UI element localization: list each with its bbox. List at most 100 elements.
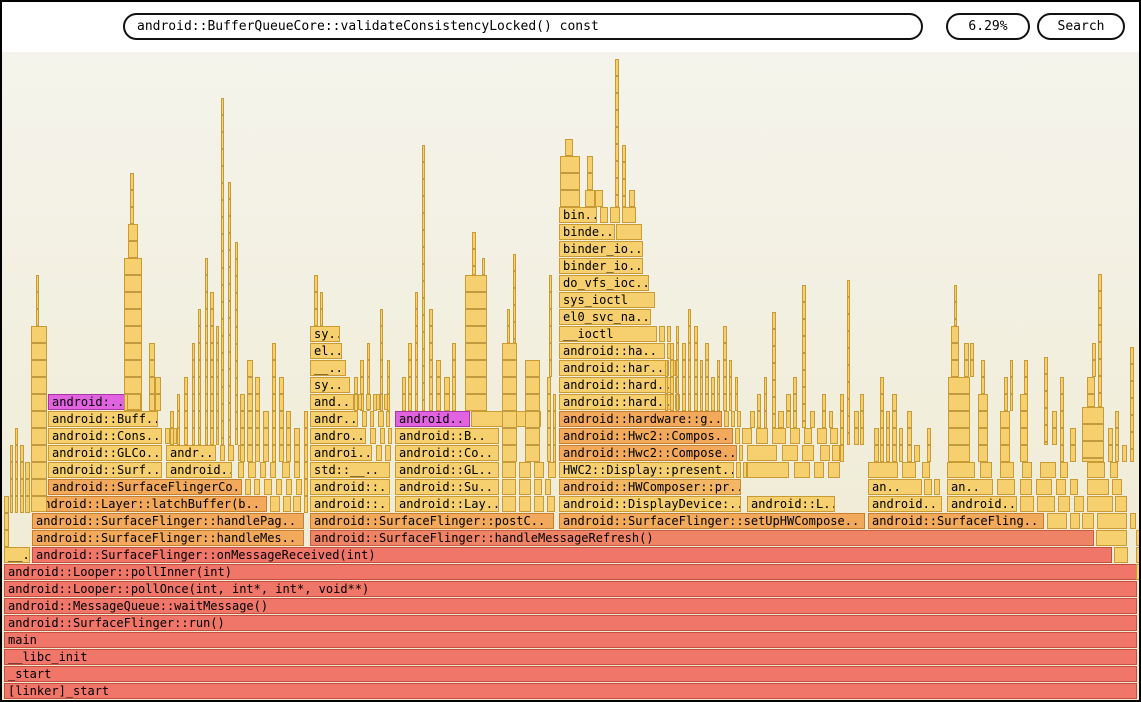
flame-frame-unlabeled[interactable] <box>228 445 234 461</box>
flame-frame[interactable]: android:.. <box>48 394 126 410</box>
flame-frame-unlabeled[interactable] <box>907 411 912 462</box>
flame-frame-unlabeled[interactable] <box>922 462 930 478</box>
flame-frame-unlabeled[interactable] <box>378 411 384 427</box>
flame-frame-unlabeled[interactable] <box>128 224 138 258</box>
flame-frame-unlabeled[interactable] <box>804 428 812 444</box>
flame-frame-unlabeled[interactable] <box>545 479 551 495</box>
flame-frame-unlabeled[interactable] <box>228 182 231 445</box>
flame-frame-unlabeled[interactable] <box>502 343 517 462</box>
flame-frame[interactable]: andr.. <box>310 411 358 427</box>
flame-frame-unlabeled[interactable] <box>1136 547 1141 563</box>
flame-frame[interactable]: android::hardware::g.. <box>559 411 722 427</box>
flame-frame-unlabeled[interactable] <box>886 411 890 462</box>
flame-frame[interactable]: do_vfs_ioc.. <box>559 275 649 291</box>
flame-frame-unlabeled[interactable] <box>502 462 516 478</box>
flame-frame-unlabeled[interactable] <box>452 343 456 411</box>
flame-frame-unlabeled[interactable] <box>362 411 367 427</box>
flame-frame-unlabeled[interactable] <box>665 360 668 411</box>
flame-frame-unlabeled[interactable] <box>670 343 674 411</box>
flame-frame-unlabeled[interactable] <box>384 394 388 410</box>
flame-frame-unlabeled[interactable] <box>772 428 786 444</box>
flame-frame[interactable]: android::SurfaceFlinger::setUpHWCompose.… <box>559 513 865 529</box>
flame-frame-unlabeled[interactable] <box>822 394 826 428</box>
flame-frame[interactable]: android::.. <box>310 496 390 512</box>
flame-frame-unlabeled[interactable] <box>688 309 691 411</box>
flame-frame[interactable]: android::SurfaceFlinger::postC.. <box>310 513 554 529</box>
flame-frame-unlabeled[interactable] <box>1024 360 1028 394</box>
flame-frame-unlabeled[interactable] <box>264 479 272 495</box>
flame-frame[interactable]: android::SurfaceFlinger::handleMessageRe… <box>310 530 1094 546</box>
flame-frame-unlabeled[interactable] <box>1070 428 1076 462</box>
flame-frame-unlabeled[interactable] <box>276 479 282 495</box>
flame-frame[interactable]: android::Hwc2::Compose.. <box>559 445 737 461</box>
flame-frame-unlabeled[interactable] <box>283 496 291 512</box>
flame-frame[interactable]: android::har.. <box>559 360 669 376</box>
flame-frame-unlabeled[interactable] <box>817 428 827 444</box>
flame-frame-unlabeled[interactable] <box>370 411 374 427</box>
flame-frame[interactable]: an.. <box>868 479 922 495</box>
flame-frame-unlabeled[interactable] <box>534 496 544 512</box>
flame-frame-unlabeled[interactable] <box>294 428 300 462</box>
flame-frame[interactable]: sy.. <box>310 326 340 342</box>
flame-frame-unlabeled[interactable] <box>1044 357 1048 445</box>
flame-frame-unlabeled[interactable] <box>814 462 824 478</box>
flame-frame-unlabeled[interactable] <box>1000 462 1014 478</box>
flame-frame[interactable]: android::hard.. <box>559 394 673 410</box>
flame-frame-unlabeled[interactable] <box>255 377 260 462</box>
flame-frame-unlabeled[interactable] <box>304 411 308 513</box>
flame-frame-unlabeled[interactable] <box>221 98 224 445</box>
flame-frame-unlabeled[interactable] <box>786 394 791 428</box>
flame-frame-unlabeled[interactable] <box>198 309 201 445</box>
flame-frame-unlabeled[interactable] <box>294 462 300 478</box>
flame-frame-unlabeled[interactable] <box>415 292 418 411</box>
flame-frame-unlabeled[interactable] <box>548 462 556 478</box>
flame-frame-unlabeled[interactable] <box>279 377 284 462</box>
flame-frame-unlabeled[interactable] <box>519 496 531 512</box>
flame-frame-unlabeled[interactable] <box>1060 462 1068 478</box>
flame-frame-unlabeled[interactable] <box>610 207 620 223</box>
flame-frame-unlabeled[interactable] <box>155 377 161 411</box>
flame-frame-unlabeled[interactable] <box>868 462 898 478</box>
flame-frame[interactable]: android::Lay.. <box>395 496 499 512</box>
flame-frame-unlabeled[interactable] <box>170 411 174 445</box>
flame-frame-unlabeled[interactable] <box>376 445 382 461</box>
flame-frame-unlabeled[interactable] <box>1004 377 1008 411</box>
flame-frame[interactable]: android.. <box>947 496 1017 512</box>
flame-frame-unlabeled[interactable] <box>711 377 715 411</box>
flame-frame-unlabeled[interactable] <box>980 462 992 478</box>
flame-frame[interactable]: android::L.. <box>747 496 835 512</box>
flame-frame-unlabeled[interactable] <box>1114 547 1128 563</box>
search-button[interactable]: Search <box>1037 13 1125 40</box>
flame-frame-unlabeled[interactable] <box>723 326 727 411</box>
flame-frame-unlabeled[interactable] <box>1020 496 1034 512</box>
flame-frame-unlabeled[interactable] <box>1000 411 1010 462</box>
flame-frame[interactable]: android::SurfaceFlinger::run() <box>4 615 1137 631</box>
flame-frame[interactable]: main <box>4 632 1137 648</box>
flame-frame[interactable]: android::SurfaceFlinger::handlePag.. <box>32 513 304 529</box>
flame-frame-unlabeled[interactable] <box>927 428 931 462</box>
flame-frame-unlabeled[interactable] <box>729 360 732 411</box>
flame-frame-unlabeled[interactable] <box>1130 347 1134 462</box>
flame-frame-unlabeled[interactable] <box>1020 479 1032 495</box>
flame-frame-unlabeled[interactable] <box>15 428 18 513</box>
flame-frame-unlabeled[interactable] <box>828 462 840 478</box>
flame-frame-unlabeled[interactable] <box>192 343 195 445</box>
flame-frame-unlabeled[interactable] <box>860 394 864 445</box>
flame-frame-unlabeled[interactable] <box>436 360 441 411</box>
flame-frame-unlabeled[interactable] <box>934 479 940 495</box>
flame-frame-unlabeled[interactable] <box>1115 496 1127 512</box>
flame-frame-unlabeled[interactable] <box>1082 513 1094 529</box>
flame-frame-unlabeled[interactable] <box>547 496 555 512</box>
flame-frame-unlabeled[interactable] <box>820 445 830 461</box>
flame-frame-unlabeled[interactable] <box>1047 513 1067 529</box>
flame-frame-unlabeled[interactable] <box>272 343 276 462</box>
flame-frame[interactable]: _start <box>4 666 1137 682</box>
flame-frame[interactable]: android::Co.. <box>395 445 499 461</box>
flame-frame-unlabeled[interactable] <box>892 394 897 462</box>
flame-frame-unlabeled[interactable] <box>790 428 800 444</box>
flame-frame[interactable]: android.. <box>395 411 470 427</box>
flame-frame-unlabeled[interactable] <box>902 462 916 478</box>
flame-frame[interactable]: android::HWComposer::pr.. <box>559 479 741 495</box>
flame-frame-unlabeled[interactable] <box>595 190 603 207</box>
flame-frame-unlabeled[interactable] <box>587 156 593 190</box>
